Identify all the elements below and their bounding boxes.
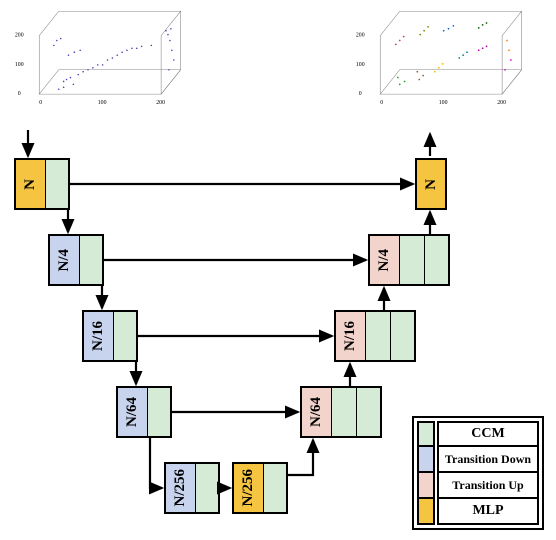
legend-color-tu: [417, 473, 435, 499]
legend-label-ccm: CCM: [437, 421, 539, 447]
legend-color-ccm: [417, 421, 435, 447]
legend: CCM Transition Down Transition Up MLP: [412, 416, 544, 530]
legend-label-tu: Transition Up: [437, 473, 539, 499]
legend-label-mlp: MLP: [437, 499, 539, 525]
legend-label-td: Transition Down: [437, 447, 539, 473]
legend-color-mlp: [417, 499, 435, 525]
legend-color-td: [417, 447, 435, 473]
